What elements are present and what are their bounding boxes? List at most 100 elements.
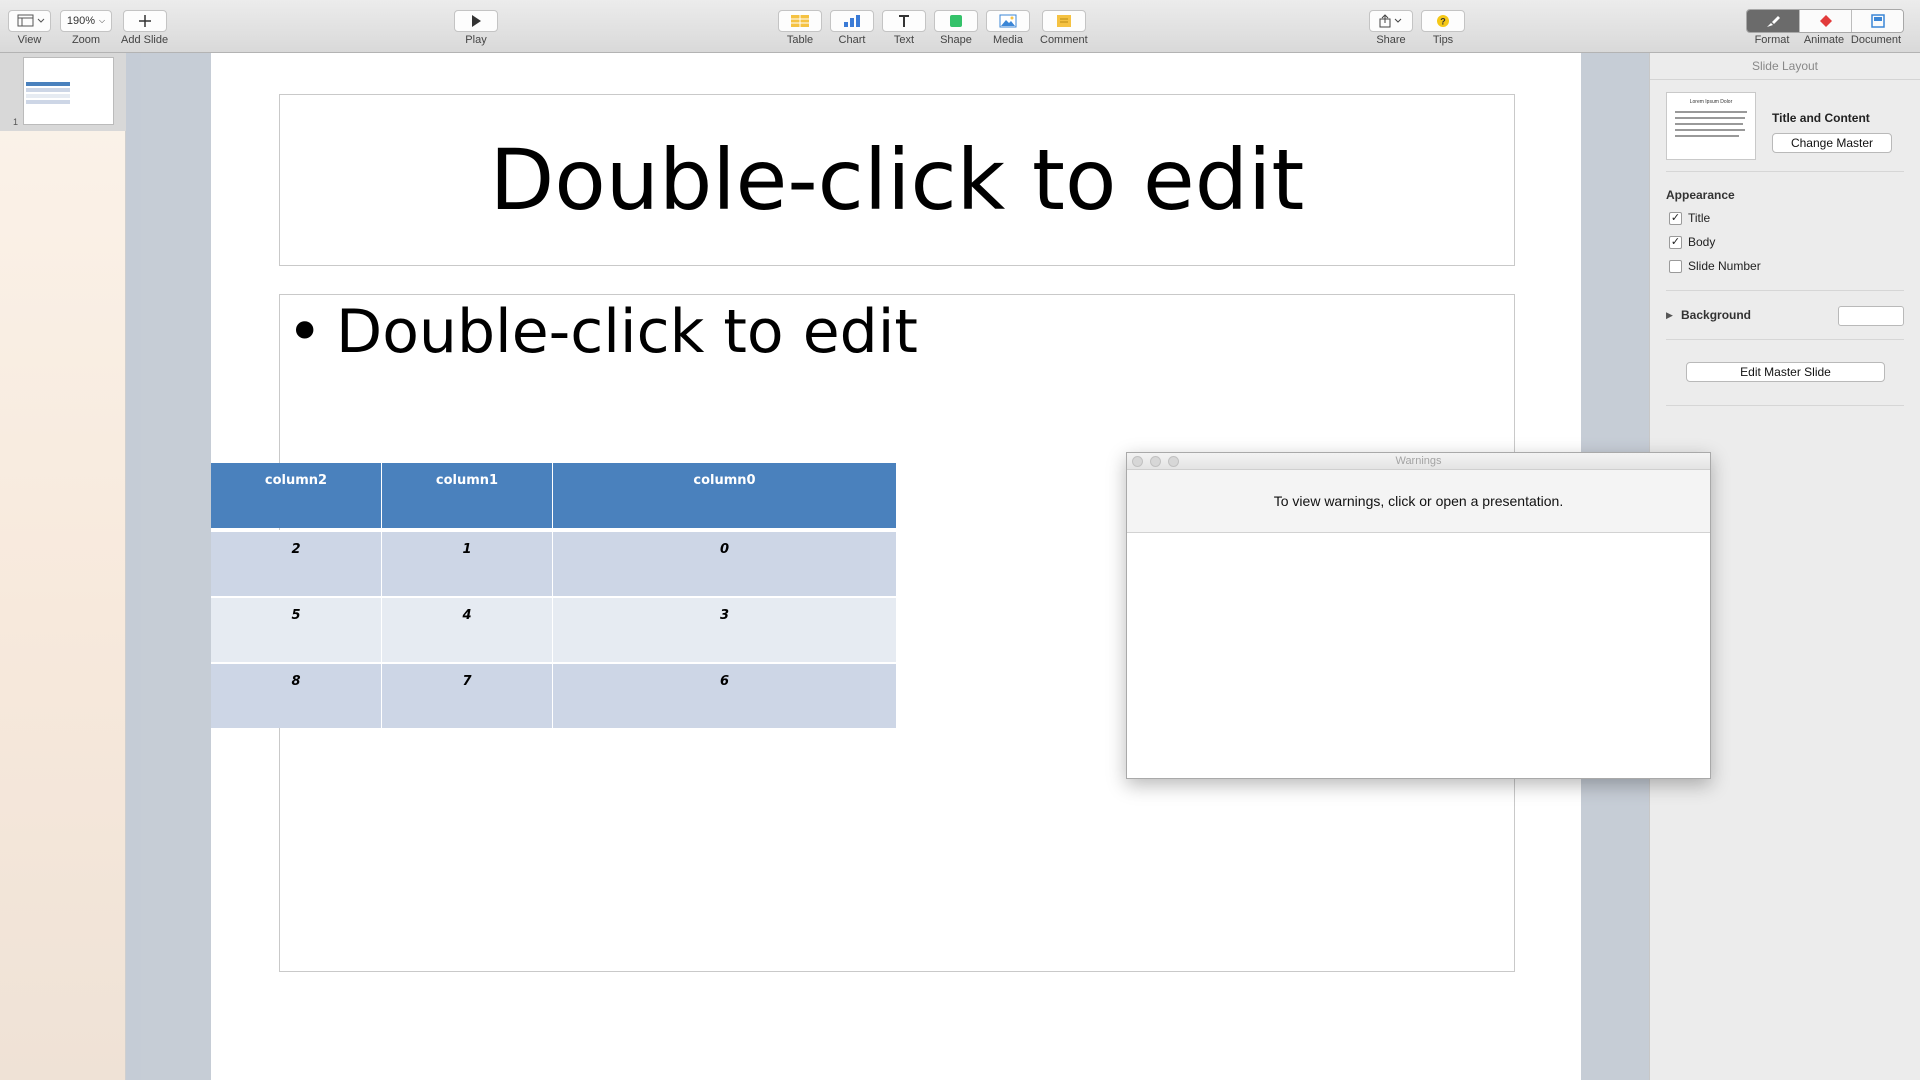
shape-button[interactable] bbox=[934, 10, 978, 32]
bar-chart-icon bbox=[844, 15, 860, 27]
body-text: Double-click to edit bbox=[336, 297, 918, 367]
add-slide-label: Add Slide bbox=[121, 34, 169, 46]
tab-format[interactable] bbox=[1747, 10, 1799, 32]
tab-animate[interactable] bbox=[1799, 10, 1851, 32]
share-control[interactable]: Share bbox=[1369, 10, 1413, 46]
change-master-button[interactable]: Change Master bbox=[1772, 133, 1892, 153]
share-button[interactable] bbox=[1369, 10, 1413, 32]
table-control[interactable]: Table bbox=[778, 10, 822, 46]
table-label: Table bbox=[786, 34, 814, 46]
add-slide-control[interactable]: Add Slide bbox=[121, 10, 168, 46]
warnings-message-bar: To view warnings, click or open a presen… bbox=[1127, 470, 1710, 533]
table-cell[interactable]: 5 bbox=[211, 596, 382, 662]
appearance-title: Appearance bbox=[1666, 188, 1735, 202]
thumb-table-row bbox=[26, 100, 70, 104]
body-checkbox-row[interactable]: ✓ Body bbox=[1669, 235, 1715, 249]
background-color-swatch[interactable] bbox=[1838, 306, 1904, 326]
table-header-cell[interactable]: column2 bbox=[211, 463, 382, 528]
divider bbox=[1666, 339, 1904, 340]
divider bbox=[1666, 405, 1904, 406]
table-cell[interactable]: 7 bbox=[382, 662, 553, 728]
table-cell[interactable]: 4 bbox=[382, 596, 553, 662]
image-icon bbox=[999, 14, 1017, 28]
layout-name: Title and Content bbox=[1772, 111, 1870, 125]
table-row: 8 7 6 bbox=[211, 662, 896, 728]
table-cell[interactable]: 8 bbox=[211, 662, 382, 728]
thumb-table-header bbox=[26, 82, 70, 86]
table-row: 5 4 3 bbox=[211, 596, 896, 662]
thumb-table-row bbox=[26, 94, 70, 98]
thumb-line bbox=[1675, 135, 1739, 137]
window-titlebar[interactable]: Warnings bbox=[1127, 453, 1710, 470]
text-control[interactable]: Text bbox=[882, 10, 926, 46]
disclosure-triangle-icon[interactable]: ▶ bbox=[1666, 310, 1673, 321]
thumb-line bbox=[1675, 123, 1743, 125]
chart-control[interactable]: Chart bbox=[830, 10, 874, 46]
comment-icon bbox=[1056, 15, 1071, 27]
view-control[interactable]: View bbox=[8, 10, 51, 46]
tips-control[interactable]: ? Tips bbox=[1421, 10, 1465, 46]
play-icon bbox=[472, 15, 481, 27]
title-checkbox-row[interactable]: ✓ Title bbox=[1669, 211, 1710, 225]
table-icon bbox=[791, 15, 809, 27]
slide-number-checkbox-row[interactable]: Slide Number bbox=[1669, 259, 1761, 273]
zoom-control[interactable]: 190% ⌵ Zoom bbox=[60, 10, 112, 46]
table-header-cell[interactable]: column1 bbox=[382, 463, 553, 528]
warnings-list[interactable] bbox=[1127, 533, 1710, 777]
share-icon bbox=[1379, 14, 1402, 28]
table-button[interactable] bbox=[778, 10, 822, 32]
table-cell[interactable]: 1 bbox=[382, 530, 553, 596]
share-label: Share bbox=[1376, 34, 1406, 46]
master-thumbnail[interactable]: Lorem Ipsum Dolor bbox=[1666, 92, 1756, 160]
tab-document[interactable] bbox=[1851, 10, 1903, 32]
body-checkbox-label: Body bbox=[1688, 235, 1716, 249]
table-row: 2 1 0 bbox=[211, 530, 896, 596]
add-slide-button[interactable] bbox=[122, 10, 167, 32]
warnings-window[interactable]: Warnings To view warnings, click or open… bbox=[1126, 452, 1711, 779]
plus-icon bbox=[138, 15, 151, 27]
comment-control[interactable]: Comment bbox=[1040, 10, 1088, 46]
title-text: Double-click to edit bbox=[489, 131, 1305, 229]
body-checkbox[interactable]: ✓ bbox=[1669, 235, 1682, 249]
document-label: Document bbox=[1850, 34, 1902, 46]
slide-thumbnail-selected[interactable]: 1 bbox=[0, 53, 126, 131]
media-control[interactable]: Media bbox=[986, 10, 1030, 46]
thumb-line bbox=[1675, 129, 1745, 131]
title-checkbox-label: Title bbox=[1688, 211, 1711, 225]
background-label[interactable]: Background bbox=[1681, 308, 1751, 322]
zoom-select[interactable]: 190% ⌵ bbox=[60, 10, 112, 32]
chevron-down-icon: ⌵ bbox=[99, 16, 106, 25]
slide-thumbnail[interactable] bbox=[23, 57, 114, 125]
title-placeholder[interactable]: Double-click to edit bbox=[279, 94, 1515, 266]
window-title: Warnings bbox=[1395, 455, 1442, 467]
play-control[interactable]: Play bbox=[454, 10, 498, 46]
tips-label: Tips bbox=[1432, 34, 1454, 46]
tips-button[interactable]: ? bbox=[1421, 10, 1465, 32]
sidebar-icon bbox=[17, 14, 44, 27]
media-button[interactable] bbox=[986, 10, 1030, 32]
table-cell[interactable]: 2 bbox=[211, 530, 382, 596]
text-button[interactable] bbox=[882, 10, 926, 32]
view-label: View bbox=[17, 34, 42, 46]
edit-master-slide-button[interactable]: Edit Master Slide bbox=[1686, 362, 1885, 382]
table-cell[interactable]: 6 bbox=[553, 662, 896, 728]
table-cell[interactable]: 0 bbox=[553, 530, 896, 596]
title-checkbox[interactable]: ✓ bbox=[1669, 211, 1682, 225]
table-cell[interactable]: 3 bbox=[553, 596, 896, 662]
comment-button[interactable] bbox=[1041, 10, 1086, 32]
comment-label: Comment bbox=[1040, 34, 1088, 46]
shape-label: Shape bbox=[940, 34, 972, 46]
zoom-label: Zoom bbox=[71, 34, 101, 46]
shape-control[interactable]: Shape bbox=[934, 10, 978, 46]
play-button[interactable] bbox=[454, 10, 498, 32]
text-icon bbox=[899, 15, 909, 27]
view-button[interactable] bbox=[8, 10, 51, 32]
play-label: Play bbox=[465, 34, 487, 46]
document-icon bbox=[1870, 14, 1885, 28]
chart-button[interactable] bbox=[830, 10, 874, 32]
slide-number-checkbox[interactable] bbox=[1669, 259, 1682, 273]
paintbrush-icon bbox=[1767, 16, 1780, 27]
table-header-cell[interactable]: column0 bbox=[553, 463, 896, 528]
bullet: • bbox=[287, 297, 323, 367]
data-table[interactable]: column2 column1 column0 2 1 0 5 4 3 8 7 … bbox=[211, 463, 896, 728]
